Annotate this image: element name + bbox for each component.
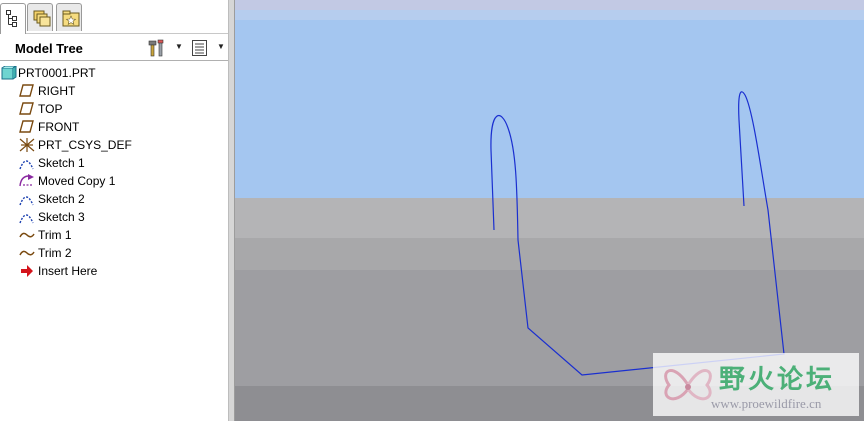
coordinate-system-icon [19,138,35,152]
curve-trim-icon [19,250,35,256]
favorites-folder-icon [62,10,80,27]
tree-item-sketch-1[interactable]: Sketch 1 [0,154,228,172]
chevron-down-icon: ▼ [217,42,225,51]
tree-item-trim-2[interactable]: Trim 2 [0,244,228,262]
sketch-icon [19,160,34,170]
tree-item-label: Trim 1 [38,228,72,242]
tree-item-label: PRT0001.PRT [18,66,96,80]
tree-item-top[interactable]: TOP [0,100,228,118]
viewport-top-band [235,0,864,10]
tree-item-label: Sketch 3 [38,210,85,224]
datum-plane-icon [19,102,34,115]
part-icon [1,66,17,80]
tree-item-label: Insert Here [38,264,98,278]
chevron-down-icon: ▼ [175,42,183,51]
tree-item-front[interactable]: FRONT [0,118,228,136]
datum-plane-icon [19,120,34,133]
tree-item-label: PRT_CSYS_DEF [38,138,132,152]
navigator-tabs [0,0,228,34]
sketch-icon [19,214,34,224]
tools-settings-icon [148,39,164,57]
curve-trim-icon [19,232,35,238]
viewport-top-band [235,10,864,20]
tree-item-insert-here[interactable]: Insert Here [0,262,228,280]
moved-copy-icon [19,174,34,187]
insert-arrow-icon [21,265,33,277]
tree-item-trim-1[interactable]: Trim 1 [0,226,228,244]
tree-settings-button[interactable]: ▼ [148,39,184,57]
tree-item-label: Sketch 2 [38,192,85,206]
watermark-url: www.proewildfire.cn [711,396,822,411]
model-tree-tab[interactable] [0,3,26,34]
tree-item-csys[interactable]: PRT_CSYS_DEF [0,136,228,154]
tree-item-label: Sketch 1 [38,156,85,170]
model-tree-title: Model Tree [15,41,83,56]
panel-splitter[interactable] [228,0,235,421]
left-panel: Model Tree ▼ ▼ PRT0001.PRT RIGHT TOP FRO… [0,0,228,421]
tree-item-sketch-3[interactable]: Sketch 3 [0,208,228,226]
tree-item-label: RIGHT [38,84,76,98]
tree-item-label: TOP [38,102,63,116]
folder-browser-tab[interactable] [27,3,53,31]
datum-plane-icon [19,84,34,97]
watermark-title: 野火论坛 [719,365,836,395]
folder-stack-icon [33,10,51,27]
forum-watermark: 野火论坛 www.proewildfire.cn [653,353,859,416]
tree-columns-icon [192,40,207,56]
viewport-ground-band [235,198,864,238]
model-tree-header: Model Tree ▼ ▼ [0,35,228,61]
tree-item-label: FRONT [38,120,80,134]
favorites-tab[interactable] [56,3,82,31]
tree-item-label: Moved Copy 1 [38,174,116,188]
sketch-icon [19,196,34,206]
tree-item-sketch-2[interactable]: Sketch 2 [0,190,228,208]
butterfly-logo-icon [664,369,712,401]
tree-structure-icon [6,10,17,27]
tree-item-right[interactable]: RIGHT [0,82,228,100]
viewport-ground-band [235,238,864,270]
tree-item-part[interactable]: PRT0001.PRT [0,64,228,82]
tree-item-label: Trim 2 [38,246,72,260]
viewport-sky [235,20,864,198]
tree-show-button[interactable]: ▼ [191,39,227,57]
tree-item-moved-copy[interactable]: Moved Copy 1 [0,172,228,190]
